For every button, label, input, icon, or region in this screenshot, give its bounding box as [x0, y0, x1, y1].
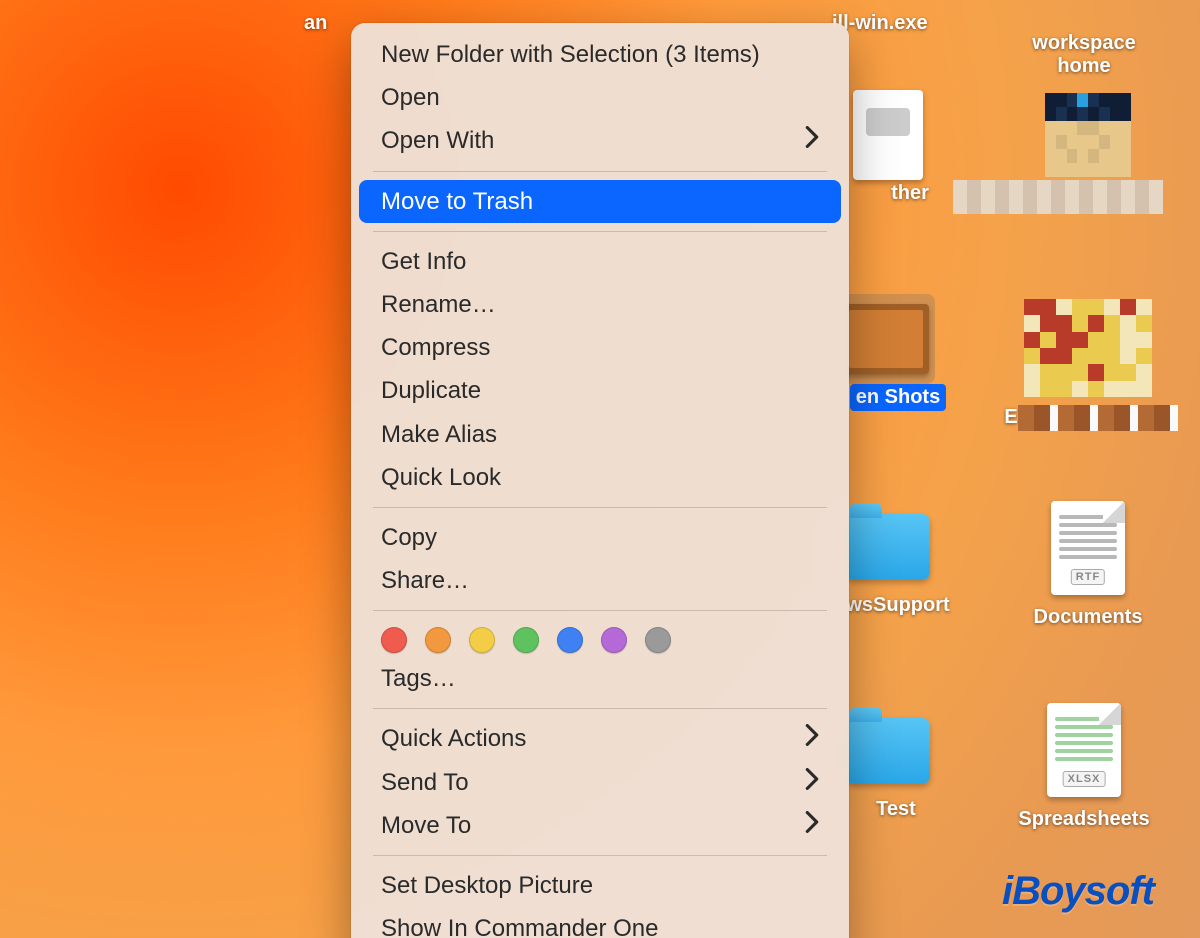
desktop-label: E: [998, 404, 1017, 431]
menu-open[interactable]: Open: [359, 76, 841, 119]
desktop-item-documents[interactable]: RTF Documents: [1008, 498, 1168, 631]
desktop-item-pixelated-2[interactable]: E: [1008, 298, 1168, 431]
menu-open-with[interactable]: Open With: [359, 119, 841, 162]
menu-tag-color-row: [359, 619, 841, 657]
menu-send-to[interactable]: Send To: [359, 761, 841, 804]
tag-red[interactable]: [381, 627, 407, 653]
menu-show-in-commander-one[interactable]: Show In Commander One: [359, 907, 841, 938]
desktop-item-pixelated-1[interactable]: [1008, 96, 1168, 214]
tag-orange[interactable]: [425, 627, 451, 653]
folder-icon: [1041, 0, 1127, 24]
desktop-item-partial[interactable]: an: [298, 10, 333, 37]
dmg-icon: [845, 96, 931, 174]
obscured-label: [1018, 405, 1178, 431]
menu-set-desktop-picture[interactable]: Set Desktop Picture: [359, 864, 841, 907]
desktop-item-workspace[interactable]: workspace home: [1004, 0, 1164, 80]
desktop-label: en Shots: [850, 384, 946, 411]
context-menu: New Folder with Selection (3 Items) Open…: [351, 23, 849, 938]
menu-new-folder-with-selection[interactable]: New Folder with Selection (3 Items): [359, 33, 841, 76]
tag-yellow[interactable]: [469, 627, 495, 653]
menu-separator: [373, 507, 827, 508]
desktop-label: workspace home: [1004, 30, 1164, 80]
menu-make-alias[interactable]: Make Alias: [359, 413, 841, 456]
folder-icon: [845, 712, 931, 790]
desktop-item-spreadsheets[interactable]: XLSX Spreadsheets: [1004, 700, 1164, 833]
watermark-logo: iBoysoft: [1002, 869, 1154, 914]
menu-rename[interactable]: Rename…: [359, 283, 841, 326]
chevron-right-icon: [805, 125, 819, 156]
tag-green[interactable]: [513, 627, 539, 653]
menu-separator: [373, 171, 827, 172]
desktop-label: an: [298, 10, 333, 37]
xlsx-doc-icon: XLSX: [1041, 700, 1127, 800]
desktop-label: Documents: [1028, 604, 1149, 631]
menu-compress[interactable]: Compress: [359, 326, 841, 369]
tag-blue[interactable]: [557, 627, 583, 653]
menu-move-to-trash[interactable]: Move to Trash: [359, 180, 841, 223]
menu-separator: [373, 610, 827, 611]
tag-purple[interactable]: [601, 627, 627, 653]
menu-get-info[interactable]: Get Info: [359, 240, 841, 283]
rtf-doc-icon: RTF: [1045, 498, 1131, 598]
chevron-right-icon: [805, 723, 819, 754]
tag-gray[interactable]: [645, 627, 671, 653]
chevron-right-icon: [805, 767, 819, 798]
menu-copy[interactable]: Copy: [359, 516, 841, 559]
menu-separator: [373, 231, 827, 232]
folder-icon: [845, 508, 931, 586]
desktop-label: Spreadsheets: [1012, 806, 1155, 833]
menu-quick-actions[interactable]: Quick Actions: [359, 717, 841, 760]
menu-separator: [373, 855, 827, 856]
pixelated-icon: [1024, 298, 1152, 398]
menu-move-to[interactable]: Move To: [359, 804, 841, 847]
menu-tags[interactable]: Tags…: [359, 657, 841, 700]
desktop-label: ther: [885, 180, 935, 207]
menu-share[interactable]: Share…: [359, 559, 841, 602]
desktop-label: Test: [870, 796, 922, 823]
screenshot-folder-icon: [843, 300, 929, 378]
desktop-label: wsSupport: [840, 592, 955, 619]
pixelated-icon: [1045, 96, 1131, 174]
obscured-label: [953, 180, 1163, 214]
chevron-right-icon: [805, 810, 819, 841]
menu-quick-look[interactable]: Quick Look: [359, 456, 841, 499]
menu-separator: [373, 708, 827, 709]
menu-duplicate[interactable]: Duplicate: [359, 369, 841, 412]
